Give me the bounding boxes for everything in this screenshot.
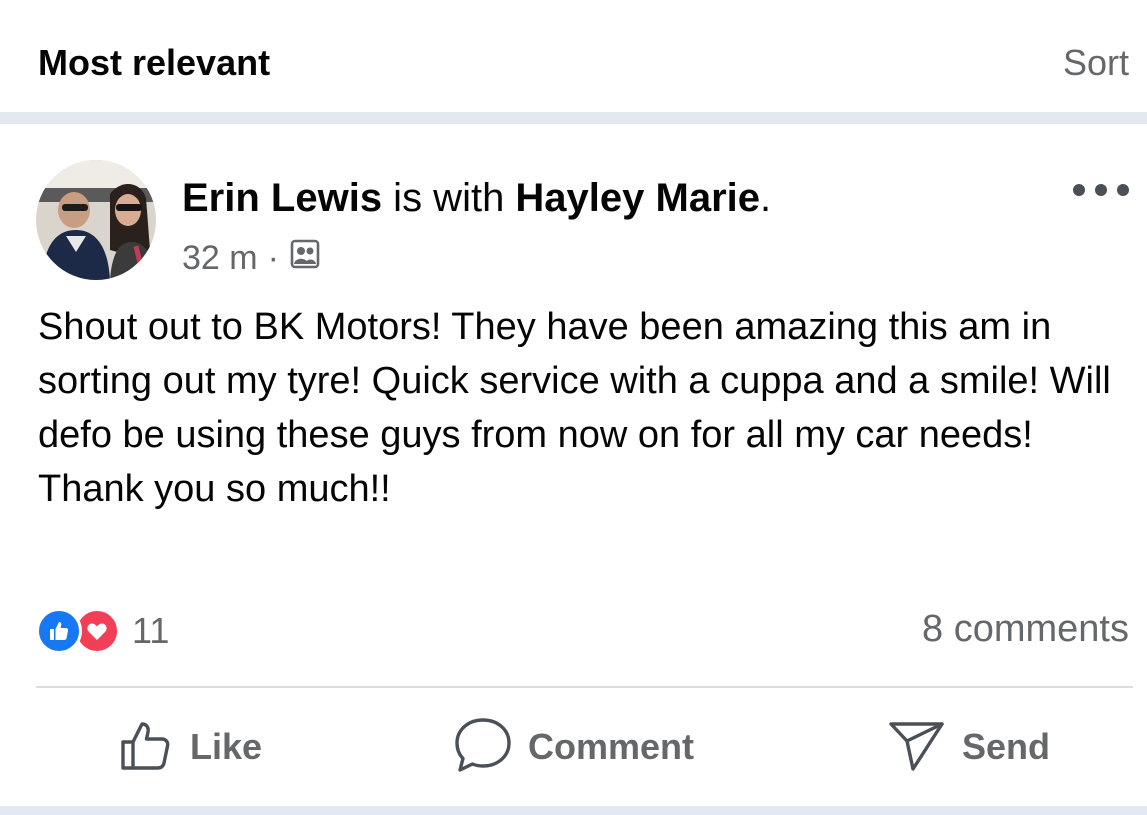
like-label: Like bbox=[190, 726, 263, 767]
like-button[interactable]: Like bbox=[118, 712, 262, 782]
like-reaction-icon bbox=[36, 608, 82, 654]
thumbs-up-icon bbox=[118, 716, 176, 779]
period-text: . bbox=[760, 176, 772, 220]
send-button[interactable]: Send bbox=[886, 712, 1050, 782]
post-meta: 32 m · bbox=[182, 238, 321, 279]
sort-button[interactable]: Sort bbox=[1063, 42, 1129, 84]
comment-bubble-icon bbox=[452, 714, 514, 781]
post-card: Erin Lewis is with Hayley Marie. 32 m · … bbox=[0, 124, 1147, 806]
actions-divider bbox=[36, 686, 1133, 688]
reactions-summary[interactable]: 11 bbox=[36, 608, 169, 654]
meta-dot: · bbox=[267, 239, 279, 277]
tagged-name[interactable]: Hayley Marie bbox=[515, 176, 760, 220]
section-separator-bottom bbox=[0, 806, 1147, 815]
with-text: is with bbox=[382, 176, 516, 220]
sort-mode-label: Most relevant bbox=[38, 42, 271, 83]
post-text: Shout out to BK Motors! They have been a… bbox=[38, 306, 1111, 510]
send-label: Send bbox=[962, 726, 1051, 767]
comment-label: Comment bbox=[528, 726, 695, 767]
author-name[interactable]: Erin Lewis bbox=[182, 176, 382, 220]
post-actions: Like Comment Send bbox=[0, 712, 1147, 782]
post-author-line: Erin Lewis is with Hayley Marie. bbox=[182, 176, 771, 221]
section-separator bbox=[0, 112, 1147, 124]
more-options-icon[interactable] bbox=[1073, 180, 1129, 200]
reaction-count: 11 bbox=[132, 610, 170, 651]
post-time[interactable]: 32 m bbox=[182, 239, 258, 278]
comments-header: Most relevant Sort bbox=[0, 0, 1147, 112]
comments-count[interactable]: 8 comments bbox=[922, 608, 1129, 651]
avatar[interactable] bbox=[36, 160, 156, 280]
comment-button[interactable]: Comment bbox=[452, 712, 694, 782]
send-icon bbox=[886, 714, 948, 781]
friends-icon bbox=[289, 238, 321, 279]
